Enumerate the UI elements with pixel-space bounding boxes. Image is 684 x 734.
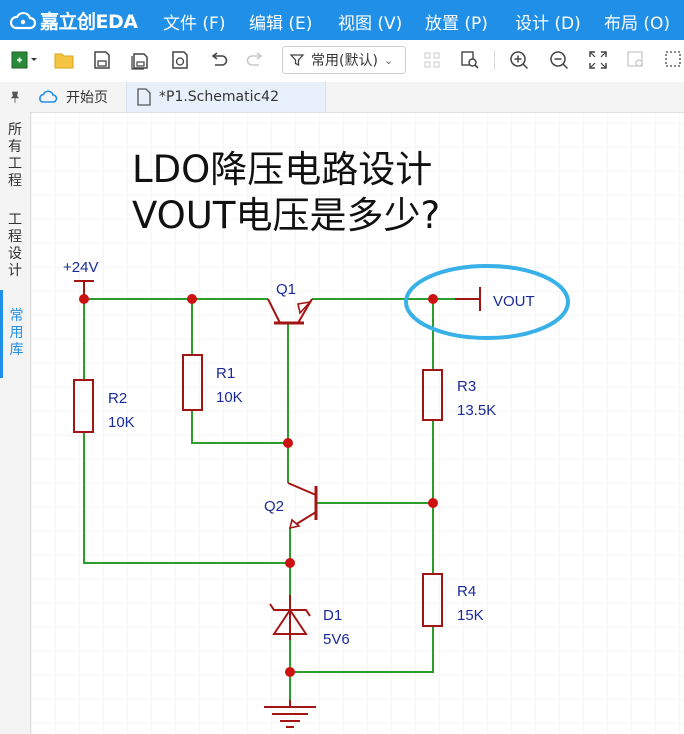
menu-place[interactable]: 放置 (P) bbox=[425, 9, 488, 34]
menu-view[interactable]: 视图 (V) bbox=[338, 9, 402, 34]
tab-start-page[interactable]: 开始页 bbox=[36, 82, 122, 112]
q1-ref: Q1 bbox=[276, 281, 296, 298]
zoom-area-button[interactable] bbox=[622, 46, 650, 74]
zoom-selection-button[interactable] bbox=[660, 46, 684, 74]
document-icon bbox=[137, 88, 151, 106]
redo-icon bbox=[246, 52, 263, 66]
save-button[interactable] bbox=[88, 46, 116, 74]
new-file-button[interactable] bbox=[4, 46, 44, 74]
grid-select-button[interactable] bbox=[418, 46, 446, 74]
r4-ref: R4 bbox=[457, 583, 476, 600]
menu-layout[interactable]: 布局 (O) bbox=[604, 9, 670, 34]
app-logo[interactable]: 嘉立创EDA bbox=[10, 6, 138, 34]
menu-file[interactable]: 文件 (F) bbox=[163, 9, 225, 34]
junction-dot bbox=[283, 438, 293, 448]
cloud-tab-icon bbox=[39, 90, 58, 103]
r2-value: 10K bbox=[108, 414, 135, 431]
save-all-icon bbox=[131, 53, 148, 70]
fit-view-icon bbox=[589, 51, 607, 69]
vtab-common-library[interactable]: 常用库 bbox=[0, 290, 30, 378]
undo-icon bbox=[211, 52, 228, 66]
tab-start-page-label: 开始页 bbox=[66, 90, 108, 106]
q2-ref: Q2 bbox=[264, 498, 284, 515]
title-line-2: VOUT电压是多少? bbox=[132, 194, 440, 237]
zoom-in-icon bbox=[510, 51, 529, 70]
pin-panel-button[interactable] bbox=[0, 82, 30, 112]
junction-dot bbox=[79, 294, 89, 304]
undo-button[interactable] bbox=[204, 46, 232, 74]
vout-label: VOUT bbox=[493, 293, 535, 310]
zoom-out-button[interactable] bbox=[545, 46, 573, 74]
zoom-in-button[interactable] bbox=[505, 46, 533, 74]
document-tab-bar: 开始页 *P1.Schematic42 bbox=[0, 82, 684, 113]
power-label: +24V bbox=[63, 259, 98, 276]
fit-view-button[interactable] bbox=[584, 46, 612, 74]
d1-value: 5V6 bbox=[323, 631, 350, 648]
cloud-logo-icon bbox=[10, 11, 36, 30]
title-line-1: LDO降压电路设计 bbox=[132, 148, 432, 191]
tab-schematic-label: *P1.Schematic42 bbox=[159, 89, 279, 105]
pin-icon bbox=[10, 91, 20, 103]
find-copy-icon bbox=[461, 51, 479, 69]
chevron-down-icon: ⌄ bbox=[383, 53, 394, 67]
toolbar: 常用(默认) ⌄ bbox=[0, 40, 684, 83]
tab-schematic[interactable]: *P1.Schematic42 bbox=[126, 82, 326, 112]
r4-value: 15K bbox=[457, 607, 484, 624]
vtab-project-design[interactable]: 工程设计 bbox=[0, 212, 30, 280]
logo-text: 嘉立创EDA bbox=[40, 10, 138, 33]
zoom-selection-icon bbox=[665, 51, 681, 67]
r3-value: 13.5K bbox=[457, 402, 496, 419]
save-copy-button[interactable] bbox=[166, 46, 194, 74]
junction-dot bbox=[428, 498, 438, 508]
filter-icon bbox=[289, 54, 305, 67]
vtab-common-library-label: 常用库 bbox=[9, 308, 24, 358]
junction-dot bbox=[187, 294, 197, 304]
r1-ref: R1 bbox=[216, 365, 235, 382]
r1-value: 10K bbox=[216, 389, 243, 406]
junction-dot bbox=[285, 558, 295, 568]
r2-ref: R2 bbox=[108, 390, 127, 407]
find-button[interactable] bbox=[456, 46, 484, 74]
junction-dot bbox=[428, 294, 438, 304]
left-side-panel: 所有工程 工程设计 常用库 bbox=[0, 112, 31, 734]
menu-edit[interactable]: 编辑 (E) bbox=[249, 9, 312, 34]
filter-dropdown[interactable]: 常用(默认) ⌄ bbox=[282, 46, 406, 74]
schematic-canvas[interactable]: LDO降压电路设计 VOUT电压是多少? +24V Q1 Q2 R1 10K R… bbox=[31, 113, 684, 734]
save-icon bbox=[94, 51, 110, 69]
r3-ref: R3 bbox=[457, 378, 476, 395]
save-copy-icon bbox=[172, 51, 188, 69]
filter-dropdown-value: 常用(默认) bbox=[311, 53, 378, 69]
vtab-project-design-label: 工程设计 bbox=[8, 212, 22, 279]
d1-ref: D1 bbox=[323, 607, 342, 624]
new-file-icon bbox=[11, 51, 37, 69]
open-folder-button[interactable] bbox=[50, 46, 78, 74]
zoom-area-icon bbox=[627, 51, 643, 67]
folder-icon bbox=[54, 53, 74, 69]
redo-button[interactable] bbox=[242, 46, 270, 74]
vtab-all-projects[interactable]: 所有工程 bbox=[0, 122, 30, 190]
zoom-out-icon bbox=[550, 51, 569, 70]
menu-design[interactable]: 设计 (D) bbox=[515, 9, 581, 34]
grid-dots-icon bbox=[424, 52, 440, 68]
menu-bar: 嘉立创EDA 文件 (F) 编辑 (E) 视图 (V) 放置 (P) 设计 (D… bbox=[0, 0, 684, 40]
junction-dot bbox=[285, 667, 295, 677]
save-all-button[interactable] bbox=[126, 46, 154, 74]
vtab-all-projects-label: 所有工程 bbox=[8, 122, 22, 189]
